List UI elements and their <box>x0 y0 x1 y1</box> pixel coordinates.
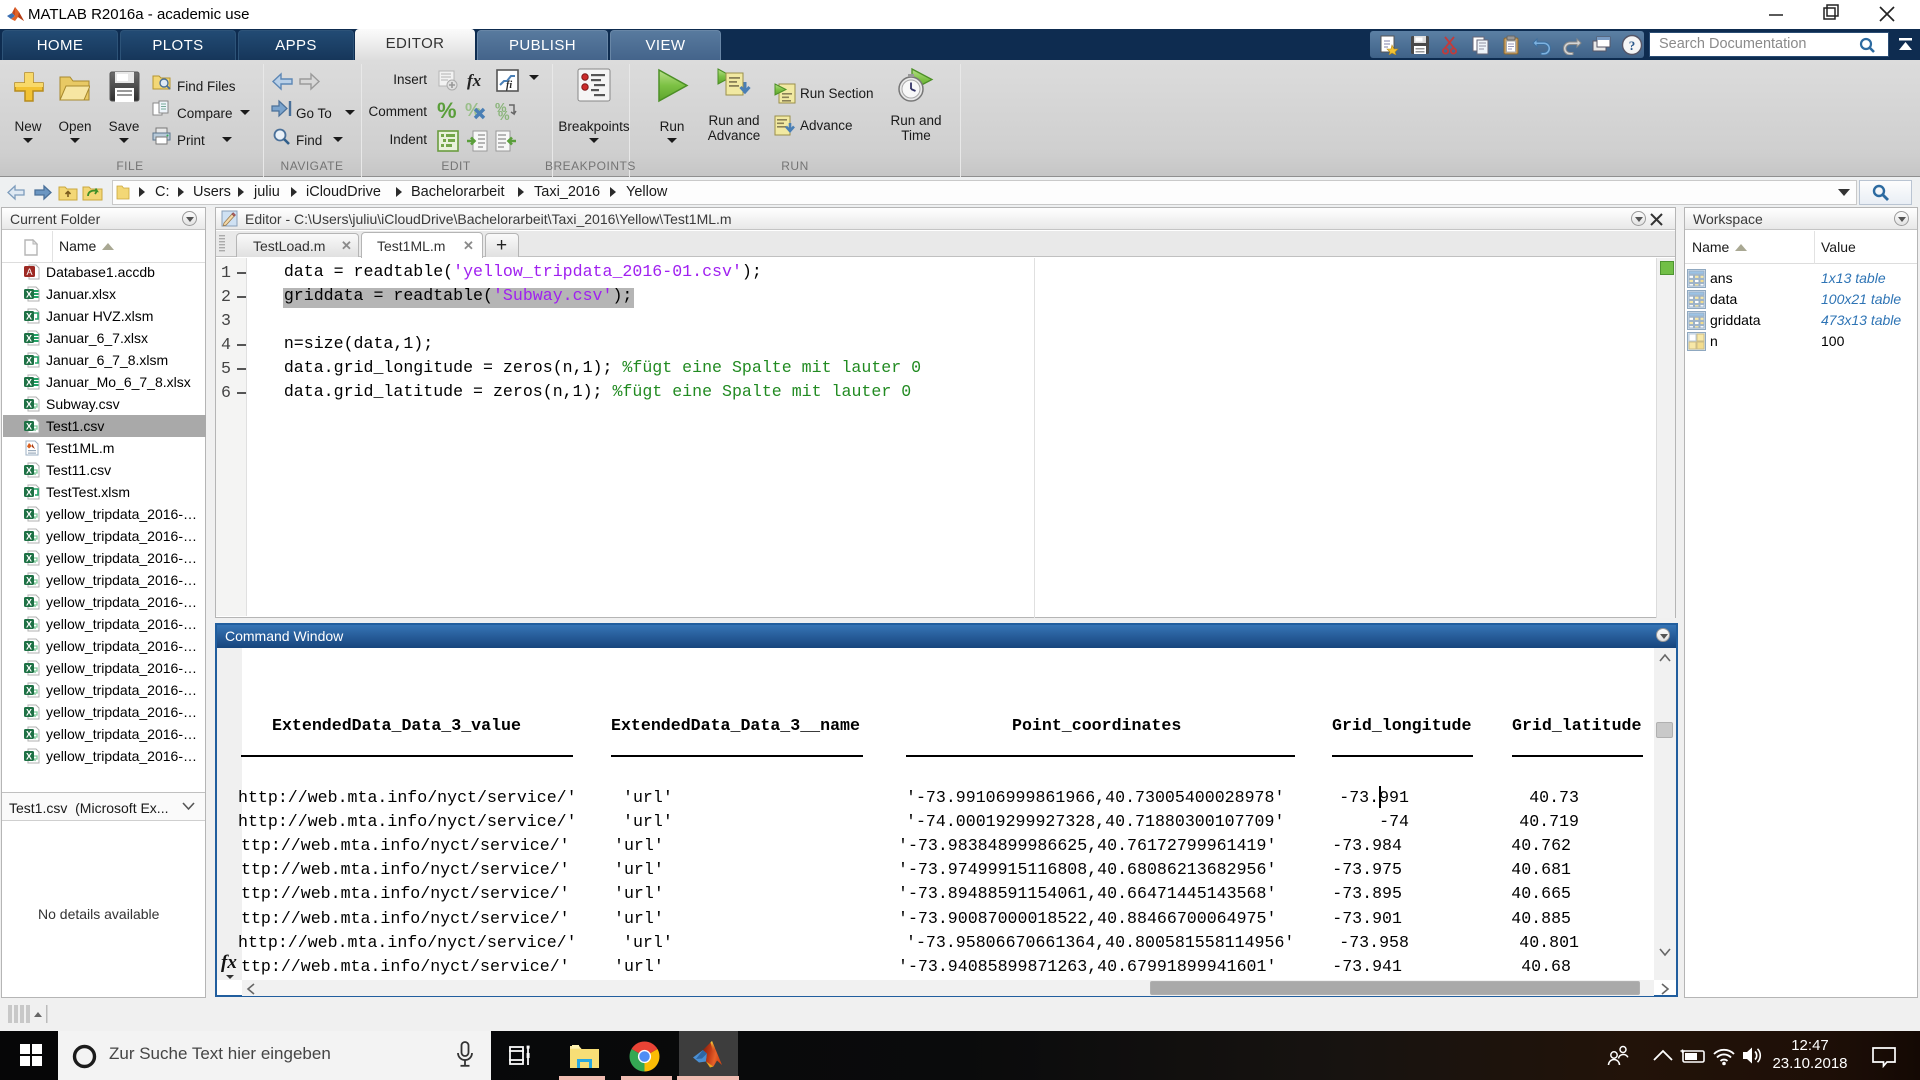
svg-text:X: X <box>26 620 32 630</box>
svg-text:X: X <box>26 422 32 432</box>
svg-text:X: X <box>26 532 32 542</box>
svg-text:X: X <box>26 378 32 388</box>
svg-text:X: X <box>26 510 32 520</box>
svg-text:X: X <box>26 664 32 674</box>
svg-text:X: X <box>26 400 32 410</box>
svg-text:X: X <box>26 752 32 762</box>
svg-text:X: X <box>26 642 32 652</box>
svg-text:X: X <box>26 290 32 300</box>
svg-text:X: X <box>26 576 32 586</box>
svg-text:X: X <box>26 708 32 718</box>
svg-text:fx: fx <box>467 71 482 90</box>
svg-text:X: X <box>26 686 32 696</box>
svg-text:X: X <box>26 312 32 322</box>
svg-text:%: % <box>498 108 510 122</box>
svg-text:?: ? <box>1629 38 1636 53</box>
svg-text:fi: fi <box>506 80 512 91</box>
svg-text:X: X <box>26 488 32 498</box>
svg-text:X: X <box>26 730 32 740</box>
svg-text:%: % <box>437 99 457 122</box>
svg-text:X: X <box>26 554 32 564</box>
svg-text:X: X <box>26 356 32 366</box>
svg-text:X: X <box>26 334 32 344</box>
svg-text:%: % <box>465 100 481 120</box>
svg-text:A: A <box>26 267 32 277</box>
svg-text:X: X <box>26 598 32 608</box>
svg-text:X: X <box>26 466 32 476</box>
